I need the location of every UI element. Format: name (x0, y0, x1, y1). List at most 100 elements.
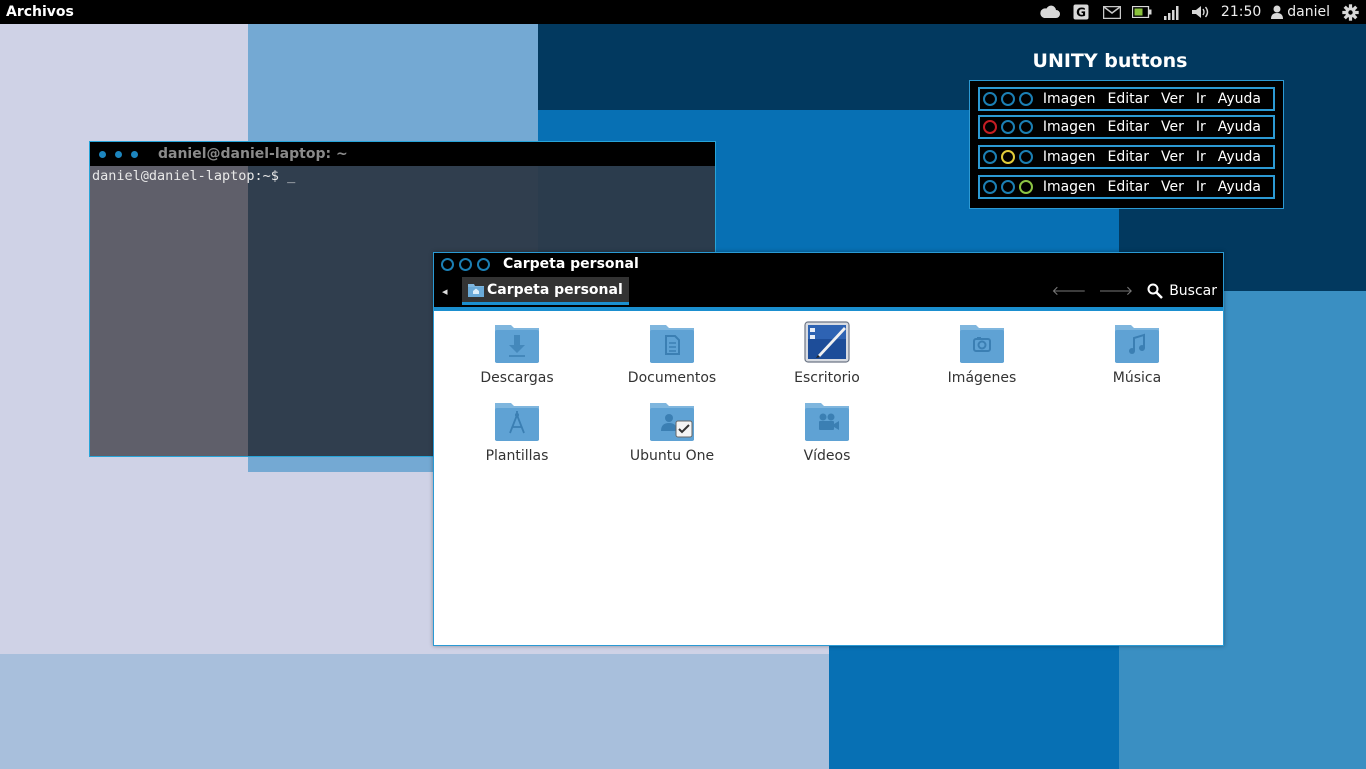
close-button-circle[interactable] (983, 92, 997, 106)
menu-ir[interactable]: Ir (1196, 119, 1206, 135)
menu-imagen[interactable]: Imagen (1043, 91, 1096, 107)
volume-icon[interactable] (1187, 0, 1215, 24)
menu-ir[interactable]: Ir (1196, 91, 1206, 107)
videos-folder-icon (767, 397, 887, 445)
music-folder-icon (1077, 319, 1197, 367)
close-button[interactable] (441, 257, 454, 271)
unity-widget-title: UNITY buttons (1032, 50, 1188, 72)
file-item-ubuntu-one[interactable]: Ubuntu One (612, 389, 732, 464)
mail-icon[interactable] (1097, 0, 1127, 24)
menu-ver[interactable]: Ver (1161, 179, 1184, 195)
breadcrumb-label: Carpeta personal (487, 281, 623, 298)
menu-ayuda[interactable]: Ayuda (1218, 91, 1261, 107)
cloud-icon[interactable] (1035, 0, 1065, 24)
maximize-button[interactable] (131, 150, 138, 158)
menu-ayuda[interactable]: Ayuda (1218, 149, 1261, 165)
user-icon (1271, 5, 1284, 19)
battery-icon[interactable] (1127, 0, 1157, 24)
file-label: Descargas (480, 370, 554, 386)
file-label: Plantillas (485, 448, 549, 464)
menu-ir[interactable]: Ir (1196, 149, 1206, 165)
forward-arrow-icon[interactable]: 🡒 (1098, 283, 1133, 299)
unity-row: Imagen Editar Ver Ir Ayuda (978, 115, 1275, 139)
file-item-descargas[interactable]: Descargas (457, 311, 577, 386)
wallpaper-block (829, 646, 1119, 769)
svg-text:G: G (1076, 6, 1086, 20)
menu-editar[interactable]: Editar (1108, 119, 1149, 135)
unity-buttons-widget: Imagen Editar Ver Ir Ayuda Imagen Editar… (969, 80, 1284, 209)
maximize-button-circle[interactable] (1019, 150, 1033, 164)
file-item-imagenes[interactable]: Imágenes (922, 311, 1042, 386)
user-menu[interactable]: daniel (1271, 4, 1330, 20)
search-icon (1147, 283, 1164, 299)
unity-row: Imagen Editar Ver Ir Ayuda (978, 175, 1275, 199)
file-item-musica[interactable]: Música (1077, 311, 1197, 386)
top-panel: Archivos G 21:50 daniel (0, 0, 1366, 24)
close-button-circle[interactable] (983, 180, 997, 194)
indicator-area: G 21:50 daniel (1035, 0, 1366, 24)
gear-icon[interactable] (1338, 0, 1362, 24)
file-item-documentos[interactable]: Documentos (612, 311, 732, 386)
back-arrow-icon[interactable]: 🡐 (1051, 283, 1086, 299)
user-name: daniel (1287, 4, 1330, 20)
minimize-button[interactable] (459, 257, 472, 271)
maximize-button[interactable] (477, 257, 490, 271)
menu-ver[interactable]: Ver (1161, 91, 1184, 107)
file-item-plantillas[interactable]: Plantillas (457, 389, 577, 464)
file-manager-titlebar[interactable]: Carpeta personal (434, 253, 1223, 275)
file-label: Documentos (627, 370, 717, 386)
unity-row: Imagen Editar Ver Ir Ayuda (978, 145, 1275, 169)
breadcrumb-home[interactable]: Carpeta personal (462, 277, 629, 305)
menu-ver[interactable]: Ver (1161, 119, 1184, 135)
search-button[interactable]: Buscar (1147, 283, 1217, 299)
maximize-button-circle[interactable] (1019, 180, 1033, 194)
documents-folder-icon (612, 319, 732, 367)
download-folder-icon (457, 319, 577, 367)
desktop-icon (767, 319, 887, 367)
clock[interactable]: 21:50 (1221, 4, 1261, 20)
menu-editar[interactable]: Editar (1108, 179, 1149, 195)
menu-editar[interactable]: Editar (1108, 91, 1149, 107)
menu-imagen[interactable]: Imagen (1043, 149, 1096, 165)
terminal-prompt[interactable]: daniel@daniel-laptop:~$ _ (92, 168, 295, 184)
menu-editar[interactable]: Editar (1108, 149, 1149, 165)
file-item-escritorio[interactable]: Escritorio (767, 311, 887, 386)
file-manager-toolbar: ◂ Carpeta personal 🡐 🡒 Buscar (434, 275, 1223, 311)
unity-row: Imagen Editar Ver Ir Ayuda (978, 87, 1275, 111)
wallpaper-block (248, 472, 434, 654)
home-folder-icon (468, 282, 484, 297)
app-name[interactable]: Archivos (6, 4, 74, 20)
file-label: Vídeos (803, 448, 851, 464)
terminal-titlebar[interactable]: daniel@daniel-laptop: ~ (90, 142, 715, 166)
minimize-button-circle[interactable] (1001, 120, 1015, 134)
menu-ver[interactable]: Ver (1161, 149, 1184, 165)
file-label: Ubuntu One (629, 448, 715, 464)
search-label: Buscar (1169, 283, 1217, 299)
minimize-button-circle[interactable] (1001, 92, 1015, 106)
minimize-button[interactable] (115, 150, 122, 158)
templates-folder-icon (457, 397, 577, 445)
signal-icon[interactable] (1157, 0, 1187, 24)
g-icon[interactable]: G (1065, 0, 1097, 24)
file-item-videos[interactable]: Vídeos (767, 389, 887, 464)
close-button-circle[interactable] (983, 150, 997, 164)
menu-ayuda[interactable]: Ayuda (1218, 119, 1261, 135)
breadcrumb-left-arrow-icon[interactable]: ◂ (442, 285, 452, 298)
file-label: Música (1112, 370, 1162, 386)
file-label: Escritorio (794, 370, 860, 386)
menu-imagen[interactable]: Imagen (1043, 119, 1096, 135)
menu-imagen[interactable]: Imagen (1043, 179, 1096, 195)
maximize-button-circle[interactable] (1019, 120, 1033, 134)
maximize-button-circle[interactable] (1019, 92, 1033, 106)
terminal-title: daniel@daniel-laptop: ~ (158, 146, 348, 162)
close-button-circle[interactable] (983, 120, 997, 134)
window-title: Carpeta personal (503, 256, 639, 272)
ubuntu-one-folder-icon (612, 397, 732, 445)
minimize-button-circle[interactable] (1001, 150, 1015, 164)
close-button[interactable] (99, 150, 106, 158)
pictures-folder-icon (922, 319, 1042, 367)
menu-ir[interactable]: Ir (1196, 179, 1206, 195)
file-grid: Descargas Documentos Escritorio Imágenes (434, 311, 1223, 645)
minimize-button-circle[interactable] (1001, 180, 1015, 194)
menu-ayuda[interactable]: Ayuda (1218, 179, 1261, 195)
